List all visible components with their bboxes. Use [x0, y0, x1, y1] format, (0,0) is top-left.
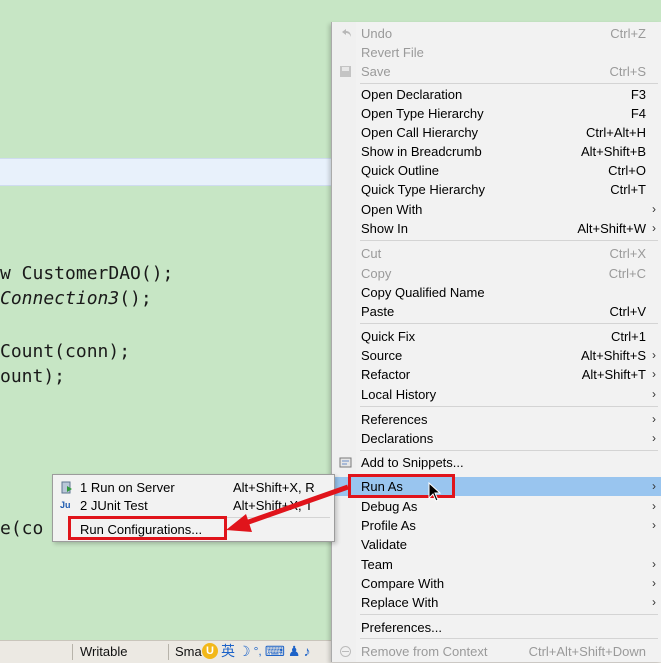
annotation-arrow-icon — [226, 484, 349, 532]
mouse-cursor-icon — [428, 482, 442, 502]
